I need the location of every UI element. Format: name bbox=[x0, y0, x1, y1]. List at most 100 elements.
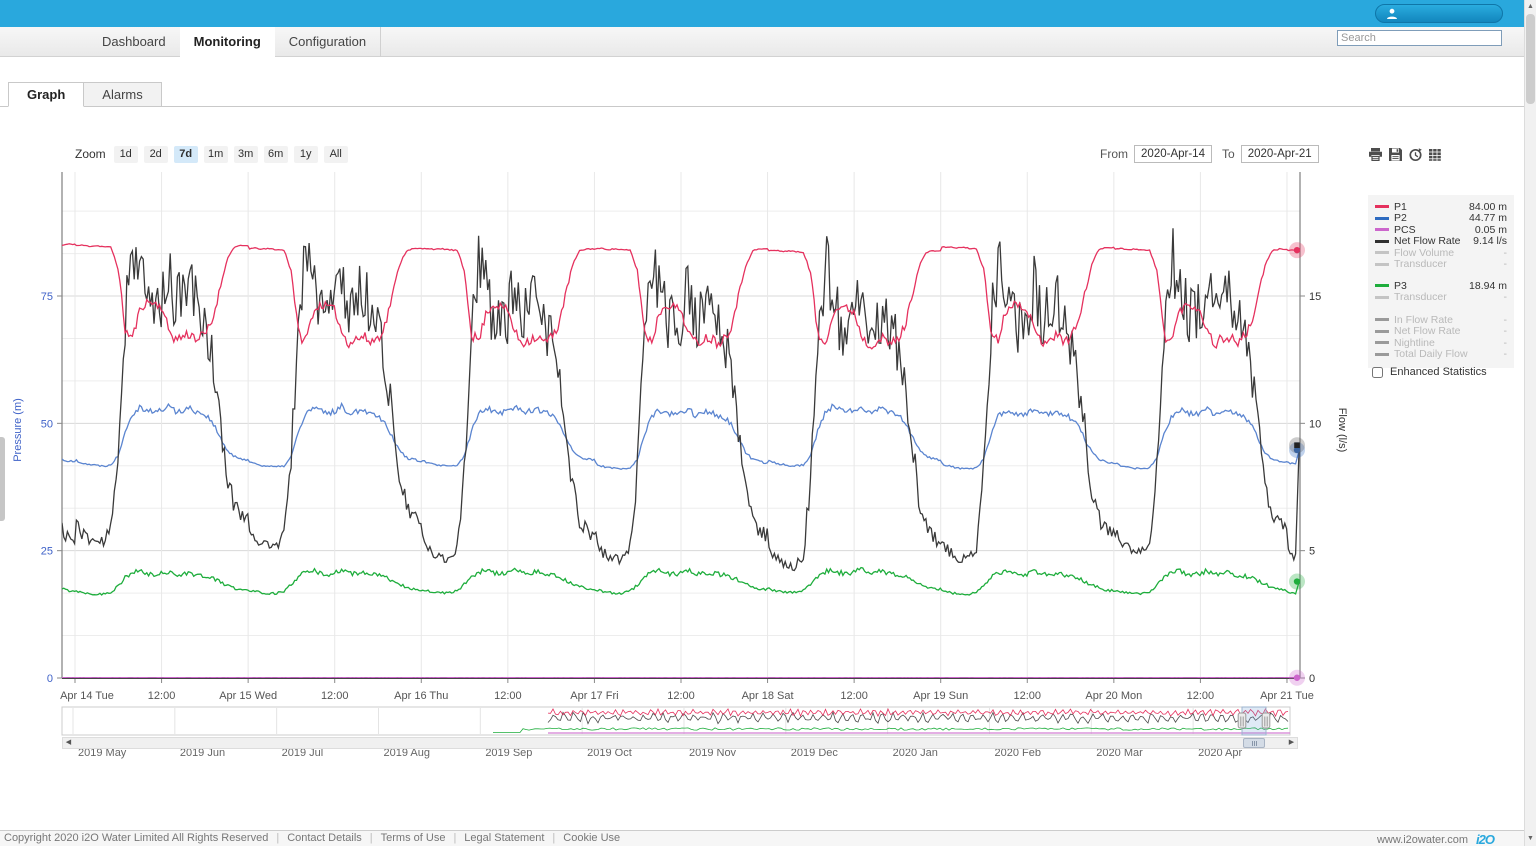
x-axis-label: 12:00 bbox=[1187, 690, 1215, 702]
navigator-handle-left[interactable] bbox=[1237, 712, 1247, 729]
scroll-up-arrow-icon[interactable]: ▲ bbox=[1525, 1, 1536, 13]
table-icon[interactable] bbox=[1428, 147, 1443, 162]
legend-series-value: 84.00 m bbox=[1469, 200, 1507, 213]
legend-line-swatch bbox=[1375, 216, 1389, 220]
marker-net-flow-rate bbox=[1294, 442, 1300, 449]
legend-line-swatch bbox=[1375, 352, 1389, 356]
zoom-button-1m[interactable]: 1m bbox=[203, 145, 228, 163]
tab-alarms[interactable]: Alarms bbox=[84, 82, 162, 107]
marker-p3 bbox=[1293, 578, 1301, 585]
monitoring-page: DashboardMonitoringConfiguration GraphAl… bbox=[0, 0, 1536, 846]
zoom-button-3m[interactable]: 3m bbox=[233, 145, 258, 163]
legend-item-transducer[interactable]: Transducer - bbox=[1375, 258, 1507, 271]
subtabs: Graph Alarms bbox=[0, 82, 1524, 107]
legend-series-value: - bbox=[1503, 336, 1508, 349]
scroll-down-arrow-icon[interactable]: ▼ bbox=[1525, 833, 1536, 845]
legend-line-swatch bbox=[1375, 318, 1389, 322]
legend-series-value: 44.77 m bbox=[1469, 212, 1507, 225]
legend-item-nightline[interactable]: Nightline - bbox=[1375, 337, 1507, 349]
footer-separator: | bbox=[453, 832, 457, 844]
zoom-button-1y[interactable]: 1y bbox=[293, 145, 318, 163]
zoom-button-all[interactable]: All bbox=[323, 145, 348, 163]
to-date-input[interactable] bbox=[1240, 145, 1319, 163]
from-date-input[interactable] bbox=[1134, 145, 1212, 163]
copyright-text: Copyright 2020 i2O Water Limited All Rig… bbox=[4, 832, 269, 844]
window-scrollbar-thumb[interactable] bbox=[1526, 14, 1535, 104]
footer-link-terms-of-use[interactable]: Terms of Use bbox=[381, 832, 446, 844]
legend-series-name: Total Daily Flow bbox=[1394, 348, 1468, 361]
print-icon[interactable] bbox=[1368, 147, 1383, 162]
zoom-button-2d[interactable]: 2d bbox=[143, 145, 168, 163]
legend-series-value: - bbox=[1503, 313, 1508, 326]
legend-series-value: 0.05 m bbox=[1474, 223, 1507, 236]
legend-series-name: Net Flow Rate bbox=[1394, 325, 1461, 338]
nav-item-monitoring[interactable]: Monitoring bbox=[179, 27, 275, 57]
legend-line-swatch bbox=[1375, 284, 1389, 288]
scrollbar-left-arrow-icon[interactable]: ◀ bbox=[63, 738, 74, 748]
pressure-tick-label: 50 bbox=[41, 418, 53, 430]
legend-line-swatch bbox=[1375, 205, 1389, 209]
legend-line-swatch bbox=[1375, 295, 1389, 299]
legend-item-transducer[interactable]: Transducer - bbox=[1375, 291, 1508, 304]
footer-link-cookie-use[interactable]: Cookie Use bbox=[563, 832, 620, 844]
legend-series-name: P3 bbox=[1394, 279, 1407, 292]
legend-line-swatch bbox=[1375, 228, 1389, 232]
legend-item-total-daily-flow[interactable]: Total Daily Flow - bbox=[1375, 348, 1508, 361]
nav-item-dashboard[interactable]: Dashboard bbox=[88, 27, 180, 57]
legend-line-swatch bbox=[1375, 239, 1389, 243]
legend-item-p1[interactable]: P1 84.00 m bbox=[1375, 201, 1507, 213]
tab-graph[interactable]: Graph bbox=[8, 82, 85, 107]
navigator-handle-right[interactable] bbox=[1261, 712, 1271, 729]
legend-item-pcs[interactable]: PCS 0.05 m bbox=[1375, 224, 1507, 236]
navigator-scrollbar[interactable]: ◀ ▶ bbox=[62, 737, 1298, 749]
marker-p1 bbox=[1293, 246, 1301, 254]
x-axis-label: Apr 17 Fri bbox=[570, 690, 618, 702]
legend-series-name: Transducer bbox=[1394, 291, 1447, 304]
x-axis-label: 12:00 bbox=[148, 690, 176, 702]
site-link[interactable]: www.i2owater.com bbox=[1377, 834, 1468, 846]
legend-series-value: 18.94 m bbox=[1469, 279, 1507, 292]
zoom-button-1d[interactable]: 1d bbox=[113, 145, 138, 163]
flow-axis-title: Flow (l/s) bbox=[1336, 408, 1348, 453]
user-account-button[interactable] bbox=[1375, 4, 1503, 23]
scrollbar-right-arrow-icon[interactable]: ▶ bbox=[1286, 738, 1297, 748]
legend-item-in-flow-rate[interactable]: In Flow Rate - bbox=[1375, 314, 1507, 326]
window-scrollbar[interactable]: ▲ ▼ bbox=[1524, 0, 1536, 846]
legend-item-net-flow-rate[interactable]: Net Flow Rate 9.14 l/s bbox=[1375, 235, 1507, 248]
legend-series-value: - bbox=[1503, 325, 1508, 338]
main-navbar: Dashboard Monitoring Configuration bbox=[0, 27, 1524, 57]
legend-series-name: Net Flow Rate bbox=[1394, 235, 1461, 248]
x-axis-label: Apr 19 Sun bbox=[913, 690, 968, 702]
x-axis-label: 12:00 bbox=[321, 690, 349, 702]
nav-item-configuration[interactable]: Configuration bbox=[275, 27, 382, 57]
x-axis-label: Apr 15 Wed bbox=[219, 690, 277, 702]
date-range-controls: From To bbox=[1100, 145, 1329, 163]
legend-series-name: Transducer bbox=[1394, 258, 1447, 271]
legend-item-p3[interactable]: P3 18.94 m bbox=[1375, 280, 1507, 292]
legend-line-swatch bbox=[1375, 341, 1389, 345]
zoom-button-7d[interactable]: 7d bbox=[173, 145, 198, 163]
title-bar bbox=[0, 0, 1524, 27]
footer-link-legal-statement[interactable]: Legal Statement bbox=[464, 832, 544, 844]
footer-link-contact-details[interactable]: Contact Details bbox=[287, 832, 362, 844]
footer-separator: | bbox=[276, 832, 280, 844]
legend-line-swatch bbox=[1375, 262, 1389, 266]
save-icon[interactable] bbox=[1388, 147, 1403, 162]
chart-action-icons bbox=[1368, 145, 1443, 163]
enhanced-statistics-checkbox[interactable] bbox=[1372, 366, 1383, 378]
footer: Copyright 2020 i2O Water Limited All Rig… bbox=[0, 830, 1524, 846]
zoom-button-6m[interactable]: 6m bbox=[263, 145, 288, 163]
legend-series-value: - bbox=[1503, 348, 1508, 361]
x-axis-label: 12:00 bbox=[667, 690, 695, 702]
scrollbar-thumb[interactable] bbox=[1243, 738, 1265, 748]
history-icon[interactable] bbox=[1408, 147, 1423, 162]
legend-item-net-flow-rate[interactable]: Net Flow Rate - bbox=[1375, 325, 1508, 338]
legend-item-p2[interactable]: P2 44.77 m bbox=[1375, 212, 1507, 225]
legend-series-name: In Flow Rate bbox=[1394, 313, 1453, 326]
legend-series-name: P1 bbox=[1394, 200, 1407, 213]
enhanced-statistics-label: Enhanced Statistics bbox=[1390, 366, 1487, 378]
legend-item-flow-volume[interactable]: Flow Volume - bbox=[1375, 247, 1507, 259]
search-input[interactable] bbox=[1337, 30, 1502, 46]
legend-series-value: - bbox=[1503, 291, 1508, 304]
x-axis-label: 12:00 bbox=[1014, 690, 1042, 702]
